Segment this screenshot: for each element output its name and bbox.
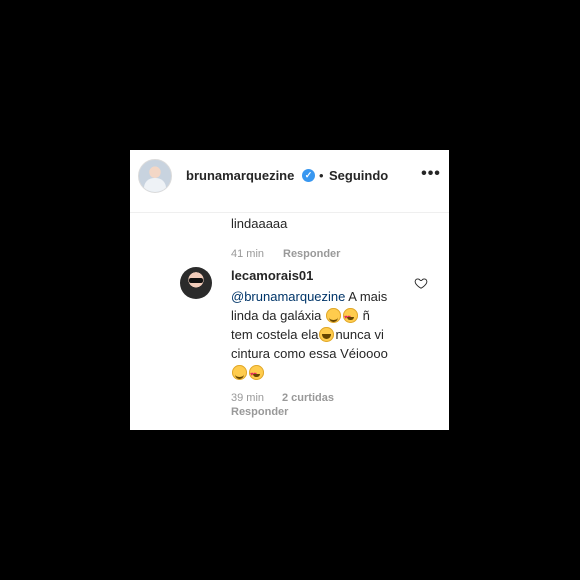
author-username[interactable]: brunamarquezine [186,168,294,183]
comment-line-4-text: cintura como essa Véioooo [231,346,388,361]
comment-line-3-text-b: nunca vi [335,327,384,342]
comment-line-3-text-a: tem costela ela [231,327,319,342]
laughing-emoji-icon [319,327,335,342]
comment-line-2-text: linda da galáxia [231,308,322,323]
author-avatar[interactable] [138,159,172,193]
comment-line-3: tem costela ela nunca vi [231,325,421,344]
smiling-face-emoji-icon [232,365,247,380]
verified-badge-icon: ✓ [302,169,315,182]
smiling-face-emoji-icon [325,308,341,323]
heart-eyes-emoji-icon [342,308,358,328]
mention-link[interactable]: @brunamarquezine [231,289,345,304]
comment-line-2-tail: ñ [362,308,370,323]
comment-line-1: @brunamarquezine A mais [231,287,421,306]
comment-body: @brunamarquezine A mais linda da galáxia… [231,287,421,385]
heart-eyes-emoji-icon [249,365,264,385]
more-options-icon[interactable]: ••• [420,166,442,186]
following-button[interactable]: Seguindo [329,168,388,183]
previous-comment-text: lindaaaaa [231,216,288,231]
commenter-avatar[interactable] [180,267,212,299]
comment-line-4: cintura como essa Véioooo [231,344,421,363]
comment-likes-count[interactable]: 2 curtidas [282,392,334,404]
comment-line-2: linda da galáxia ñ [231,306,421,328]
comments-panel: brunamarquezine ✓ • Seguindo ••• lindaaa… [130,150,449,430]
comment-time[interactable]: 39 min [231,392,264,404]
previous-comment-reply-button[interactable]: Responder [283,248,340,260]
comment-line-1-text: A mais [348,289,388,304]
previous-comment-time[interactable]: 41 min [231,248,264,260]
header-separator: • [319,168,324,183]
comment-line-5 [231,363,421,385]
comment-reply-button[interactable]: Responder [231,406,288,418]
post-header: brunamarquezine ✓ • Seguindo ••• [130,150,449,213]
commenter-username[interactable]: lecamorais01 [231,268,313,283]
